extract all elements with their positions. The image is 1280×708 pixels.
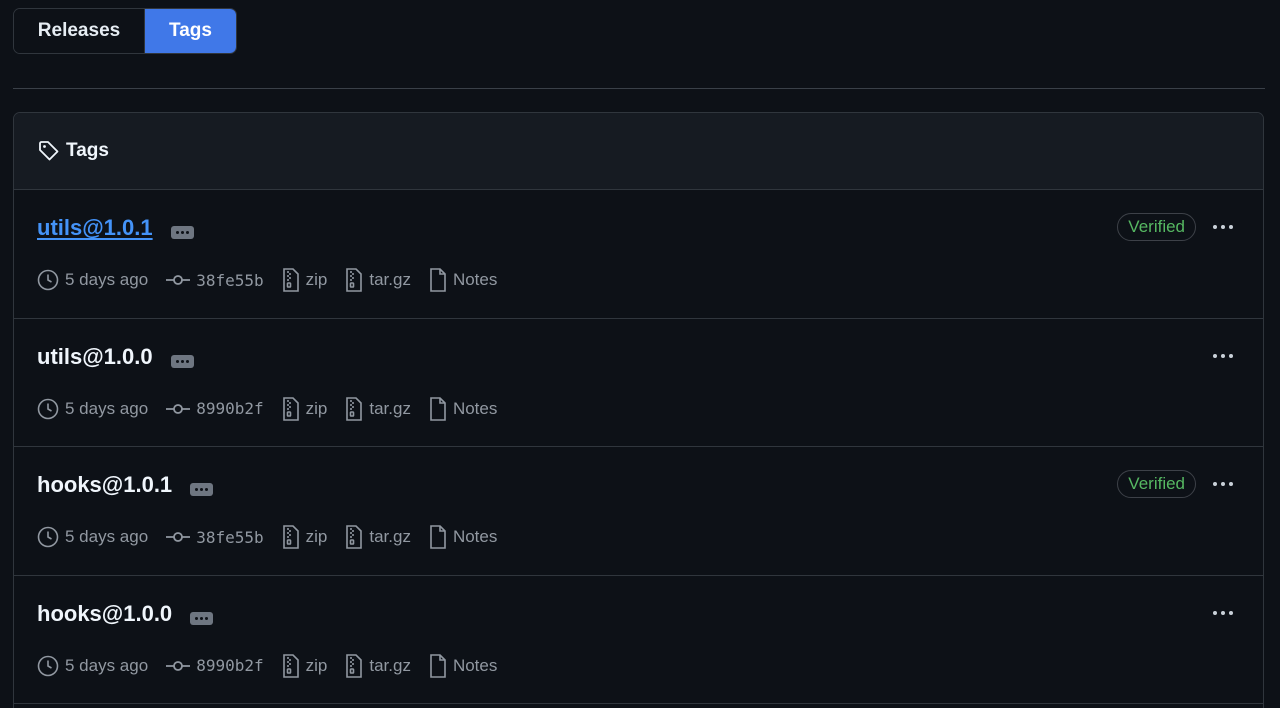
expand-message-button[interactable] [170, 226, 194, 239]
zip-label: zip [305, 655, 328, 675]
tag-meta: 5 days ago 38fe55b zip tar.gz Notes [37, 525, 515, 549]
tag-row: utils@1.0.0 5 days ago 8990b2f zip tar.g… [14, 319, 1263, 447]
tags-box-header: Tags [14, 113, 1263, 190]
tags-box: Tags utils@1.0.1 Verified 5 days ago 38f… [13, 112, 1264, 708]
commit-link[interactable]: 38fe55b [166, 527, 264, 547]
file-zip-icon [346, 396, 363, 421]
download-targz-link[interactable]: tar.gz [345, 396, 411, 421]
file-zip-icon [346, 653, 363, 678]
releases-tags-toggle: Releases Tags [13, 8, 237, 54]
expand-message-button[interactable] [170, 354, 194, 368]
tag-name-link[interactable]: hooks@1.0.1 [37, 472, 172, 498]
commit-sha: 38fe55b [196, 270, 264, 290]
zip-label: zip [305, 398, 328, 418]
targz-label: tar.gz [369, 527, 411, 546]
file-zip-icon [346, 268, 363, 292]
notes-label: Notes [452, 398, 498, 418]
commit-icon [166, 275, 191, 285]
tab-releases[interactable]: Releases [14, 9, 145, 53]
tag-date: 5 days ago [65, 527, 149, 546]
zip-label: zip [305, 527, 328, 546]
commit-icon [166, 660, 191, 671]
notes-link[interactable]: Notes [429, 525, 497, 549]
file-zip-icon [346, 525, 363, 549]
file-icon [430, 396, 446, 421]
commit-icon [166, 403, 191, 414]
more-options-button[interactable] [1211, 607, 1235, 619]
file-zip-icon [282, 268, 299, 292]
notes-label: Notes [452, 270, 498, 289]
tag-date: 5 days ago [65, 398, 149, 418]
clock-icon [37, 398, 59, 419]
tag-meta: 5 days ago 38fe55b zip tar.gz Notes [37, 268, 515, 292]
more-options-button[interactable] [1211, 478, 1235, 490]
zip-label: zip [305, 270, 328, 289]
notes-label: Notes [452, 655, 498, 675]
commit-sha: 38fe55b [196, 527, 264, 547]
tag-row: utils@1.0.1 Verified 5 days ago 38fe55b … [14, 190, 1263, 319]
download-zip-link[interactable]: zip [282, 653, 328, 678]
divider [13, 88, 1265, 89]
commit-link[interactable]: 8990b2f [166, 399, 264, 418]
download-targz-link[interactable]: tar.gz [345, 268, 411, 292]
verified-badge[interactable]: Verified [1117, 470, 1196, 498]
commit-link[interactable]: 38fe55b [166, 270, 264, 290]
notes-link[interactable]: Notes [429, 653, 498, 678]
targz-label: tar.gz [369, 655, 411, 675]
download-zip-link[interactable]: zip [282, 268, 328, 292]
notes-link[interactable]: Notes [429, 396, 498, 421]
download-targz-link[interactable]: tar.gz [345, 525, 411, 549]
file-zip-icon [282, 653, 299, 678]
clock-icon [37, 526, 59, 548]
tag-name-link[interactable]: utils@1.0.1 [37, 215, 153, 241]
tag-name-link[interactable]: utils@1.0.0 [37, 344, 153, 370]
targz-label: tar.gz [369, 270, 411, 289]
commit-icon [166, 532, 191, 542]
file-zip-icon [282, 396, 299, 421]
more-options-button[interactable] [1211, 350, 1235, 362]
expand-message-button[interactable] [190, 611, 214, 625]
file-icon [430, 268, 446, 292]
file-zip-icon [282, 525, 299, 549]
expand-message-button[interactable] [190, 483, 214, 496]
tag-icon [39, 141, 59, 161]
download-targz-link[interactable]: tar.gz [345, 653, 411, 678]
verified-badge[interactable]: Verified [1117, 213, 1196, 241]
tags-box-title: Tags [66, 140, 109, 161]
clock-icon [37, 269, 59, 291]
tag-date: 5 days ago [65, 270, 149, 289]
tag-name-link[interactable]: hooks@1.0.0 [37, 601, 172, 627]
commit-sha: 8990b2f [196, 656, 264, 675]
tag-date: 5 days ago [65, 655, 149, 675]
clock-icon [37, 655, 59, 676]
tag-row: hooks@1.0.1 Verified 5 days ago 38fe55b … [14, 447, 1263, 576]
tab-tags[interactable]: Tags [145, 9, 236, 53]
tag-meta: 5 days ago 8990b2f zip tar.gz Notes [37, 396, 515, 421]
download-zip-link[interactable]: zip [282, 396, 328, 421]
targz-label: tar.gz [369, 398, 411, 418]
file-icon [430, 525, 446, 549]
commit-link[interactable]: 8990b2f [166, 656, 264, 675]
notes-label: Notes [452, 527, 498, 546]
file-icon [430, 653, 446, 678]
download-zip-link[interactable]: zip [282, 525, 328, 549]
tag-row: hooks@1.0.0 5 days ago 8990b2f zip tar.g… [14, 576, 1263, 704]
commit-sha: 8990b2f [196, 399, 264, 418]
tag-meta: 5 days ago 8990b2f zip tar.gz Notes [37, 653, 515, 678]
notes-link[interactable]: Notes [429, 268, 497, 292]
more-options-button[interactable] [1211, 221, 1235, 233]
